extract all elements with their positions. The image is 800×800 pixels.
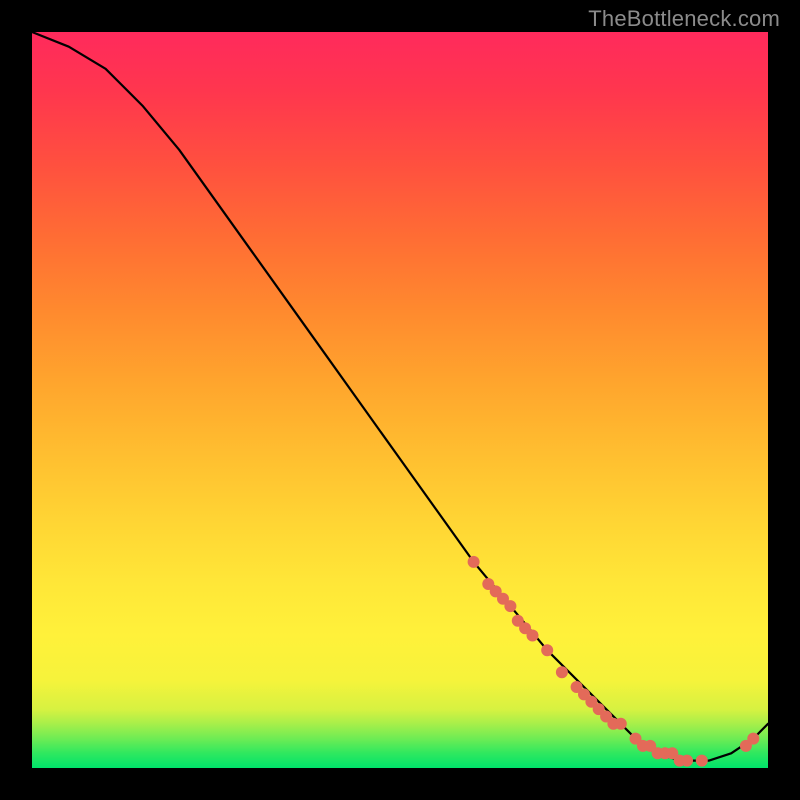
sample-marker [541, 644, 553, 656]
bottleneck-curve [32, 32, 768, 761]
sample-marker [747, 733, 759, 745]
sample-marker [696, 755, 708, 767]
sample-markers-group [468, 556, 760, 767]
plot-area [32, 32, 768, 768]
sample-marker [615, 718, 627, 730]
watermark-text: TheBottleneck.com [588, 6, 780, 32]
sample-marker [681, 755, 693, 767]
sample-marker [504, 600, 516, 612]
chart-svg [32, 32, 768, 768]
chart-frame: TheBottleneck.com [0, 0, 800, 800]
sample-marker [556, 666, 568, 678]
sample-marker [527, 630, 539, 642]
sample-marker [468, 556, 480, 568]
